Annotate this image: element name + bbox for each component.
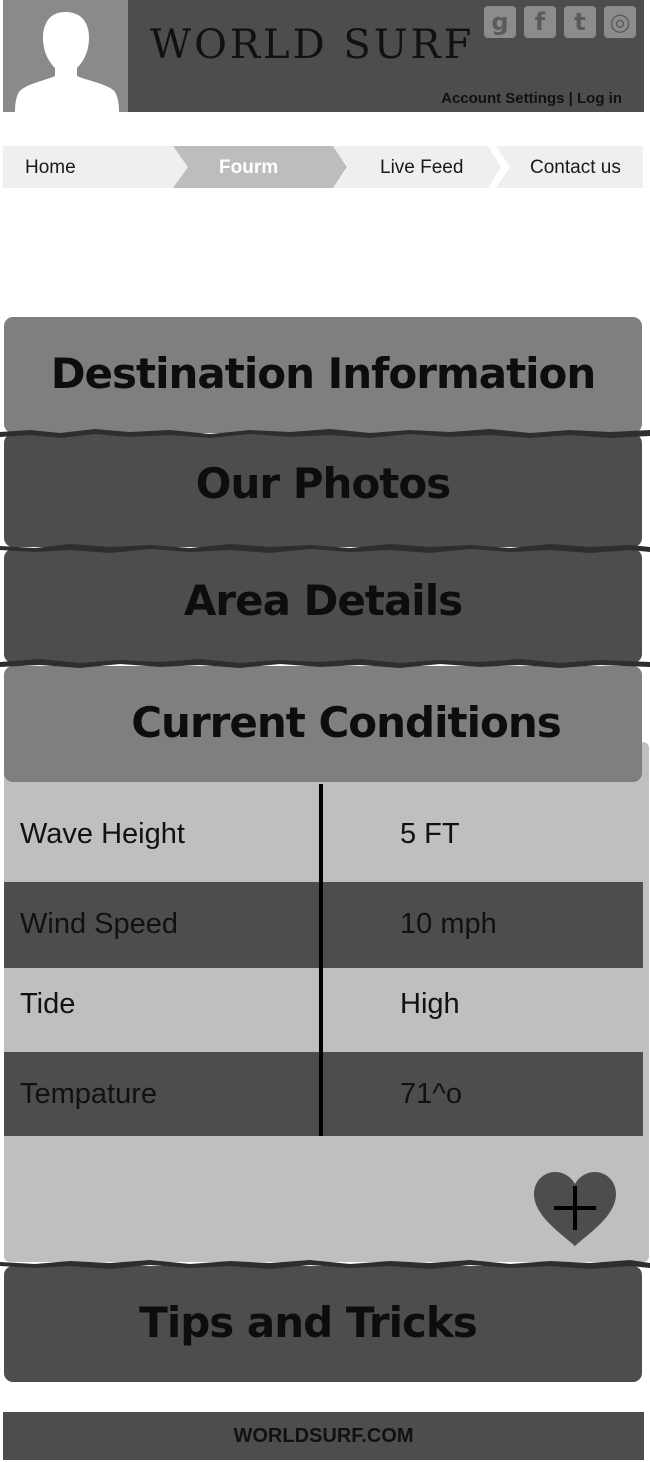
instagram-icon[interactable]: ◎ [604, 6, 636, 38]
panel-title: Tips and Tricks [139, 1298, 478, 1347]
panel-title: Area Details [183, 576, 463, 625]
footer-domain-link[interactable]: WORLDSURF.COM [234, 1425, 414, 1447]
panel-title: Destination Information [50, 349, 597, 398]
twitter-icon[interactable]: t [564, 6, 596, 38]
condition-label: Wind Speed [20, 908, 178, 940]
facebook-icon[interactable]: f [524, 6, 556, 38]
nav-item-label: Home [25, 157, 76, 178]
main-nav: Home Fourm Live Feed Contact us [3, 146, 643, 188]
condition-label: Tide [20, 988, 76, 1020]
user-silhouette-icon [15, 12, 119, 112]
avatar[interactable] [3, 0, 128, 112]
tips-and-tricks-panel[interactable]: Tips and Tricks [4, 1266, 642, 1382]
site-footer: WORLDSURF.COM [3, 1412, 644, 1460]
torn-edge-divider [0, 544, 650, 553]
conditions-column-divider [319, 784, 323, 1136]
site-logo-text: WORLD SURF [150, 22, 475, 68]
nav-item-live-feed[interactable]: Live Feed [333, 146, 509, 188]
condition-label: Wave Height [20, 818, 185, 850]
account-separator: | [568, 90, 573, 107]
heart-plus-icon[interactable] [532, 1170, 618, 1250]
torn-edge-divider [0, 429, 650, 438]
current-conditions-panel[interactable]: Current Conditions [4, 666, 642, 782]
condition-value: 71^o [400, 1078, 462, 1110]
panel-title: Current Conditions [131, 698, 562, 747]
conditions-row-temperature: Tempature 71^o [4, 1052, 643, 1136]
log-in-link[interactable]: Log in [577, 90, 622, 107]
nav-item-fourm[interactable]: Fourm [173, 146, 349, 188]
nav-item-home[interactable]: Home [3, 146, 193, 188]
nav-item-label: Live Feed [380, 157, 464, 178]
nav-item-contact[interactable]: Contact us [496, 146, 643, 188]
condition-value: 5 FT [400, 818, 460, 850]
condition-value: High [400, 988, 460, 1020]
conditions-row-wave-height: Wave Height 5 FT [4, 784, 643, 882]
our-photos-panel[interactable]: Our Photos [4, 434, 642, 547]
conditions-row-tide: Tide High [4, 968, 643, 1052]
area-details-panel[interactable]: Area Details [4, 549, 642, 663]
condition-label: Tempature [20, 1078, 158, 1110]
google-plus-icon[interactable]: g [484, 6, 516, 38]
nav-item-label: Fourm [219, 157, 279, 178]
torn-edge-divider [0, 1260, 650, 1269]
account-settings-link[interactable]: Account Settings [441, 90, 564, 107]
destination-information-panel[interactable]: Destination Information [4, 317, 642, 433]
nav-item-label: Contact us [530, 157, 621, 178]
torn-edge-divider [0, 659, 650, 668]
condition-value: 10 mph [400, 908, 497, 940]
account-links: Account Settings | Log in [441, 90, 622, 107]
panel-title: Our Photos [195, 459, 451, 508]
conditions-row-wind-speed: Wind Speed 10 mph [4, 882, 643, 968]
